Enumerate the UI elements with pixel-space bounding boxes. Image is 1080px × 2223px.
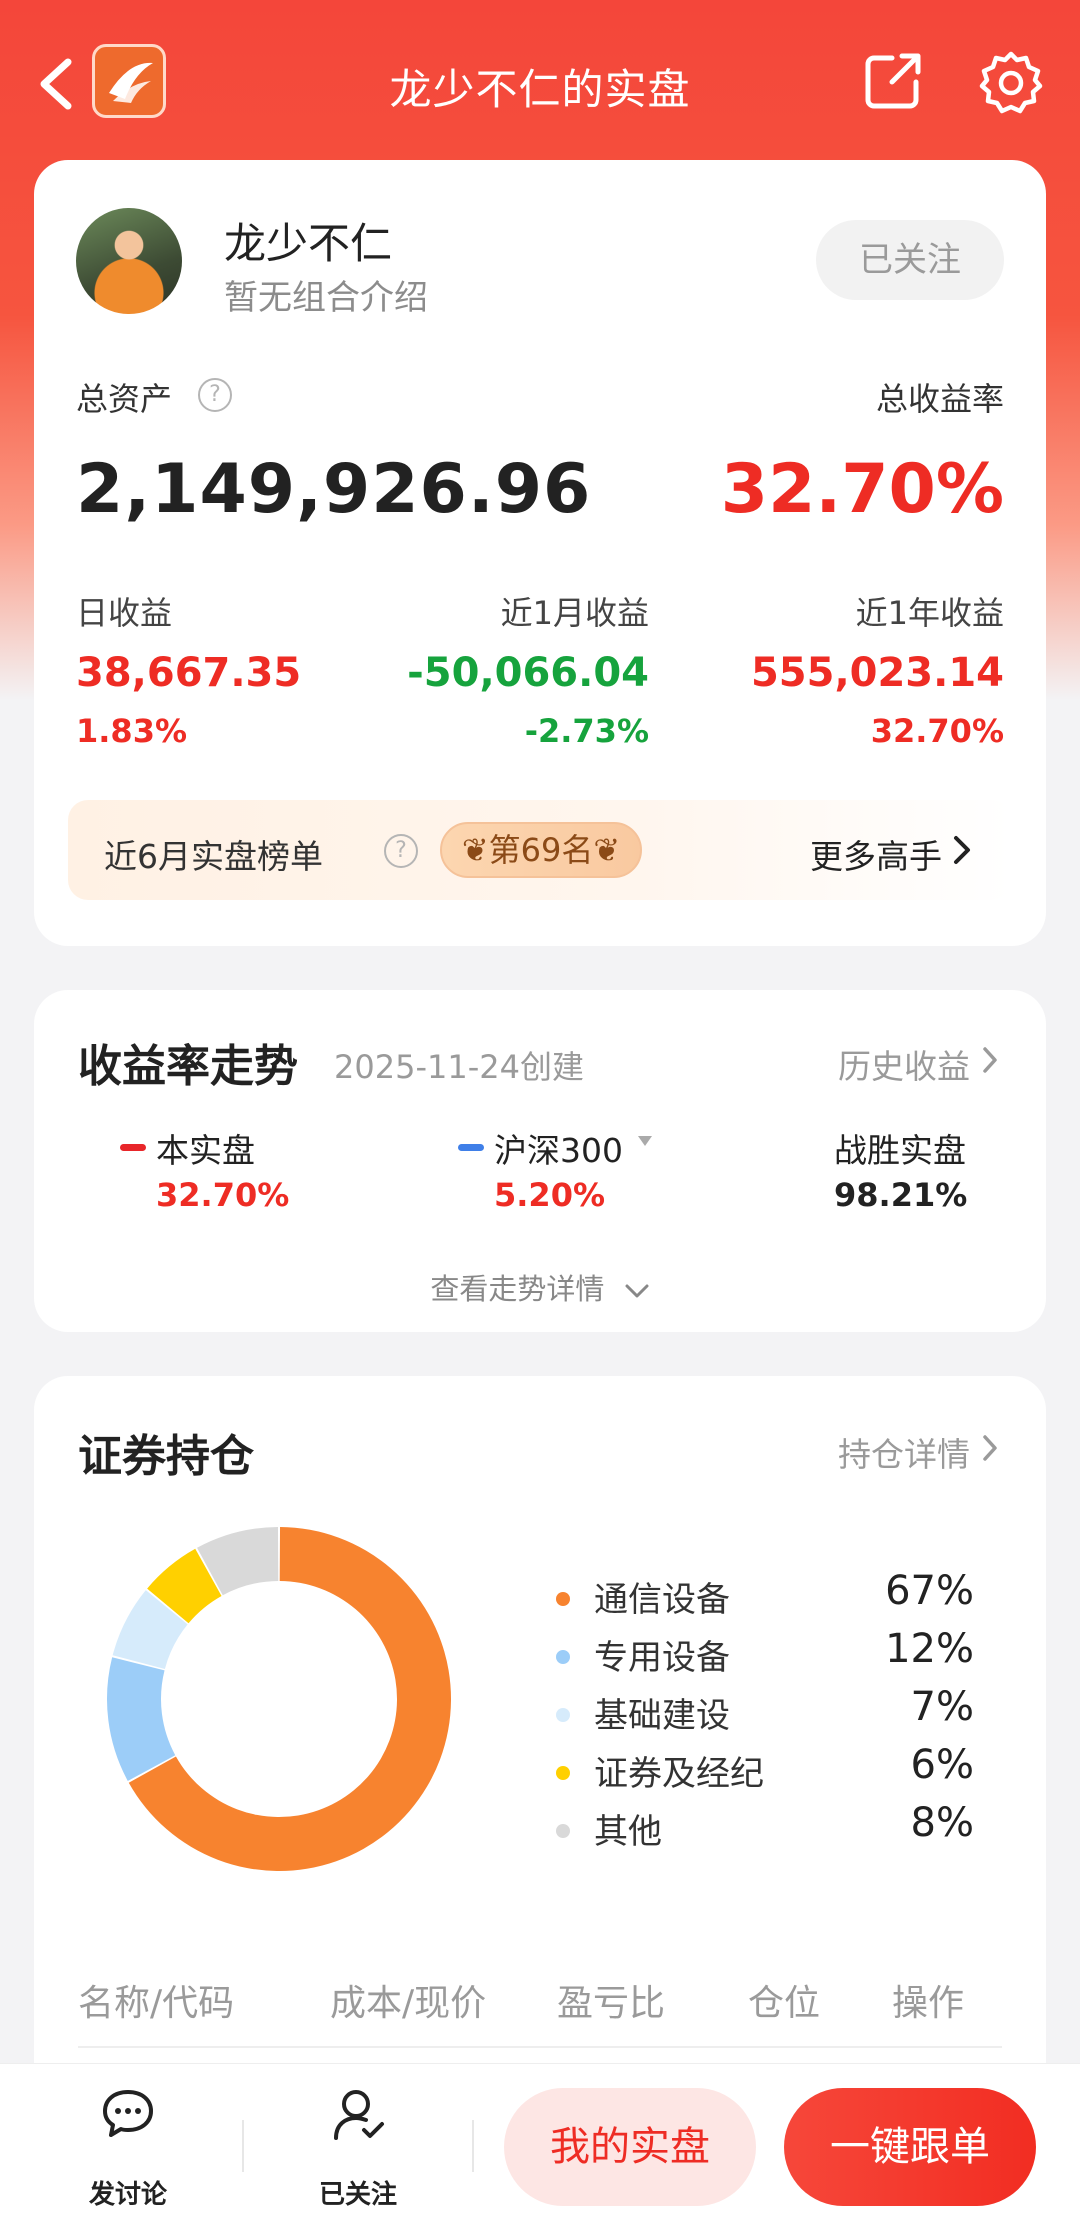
top-bar: 龙少不仁的实盘 bbox=[0, 0, 1080, 165]
chevron-right-icon bbox=[954, 836, 970, 864]
year-return-label: 近1年收益 bbox=[855, 594, 1004, 632]
more-experts-link[interactable]: 更多高手 bbox=[810, 830, 942, 878]
portfolio-series-name: 本实盘 bbox=[156, 1131, 255, 1170]
year-return-value: 555,023.14 bbox=[750, 650, 1004, 696]
view-trend-detail[interactable]: 查看走势详情 bbox=[34, 1266, 1046, 1308]
laurel-right-icon: ❦ bbox=[593, 831, 621, 869]
settings-button[interactable] bbox=[978, 50, 1044, 116]
year-return-pct: 32.70% bbox=[870, 712, 1004, 750]
created-date: 2025-11-24创建 bbox=[334, 1048, 584, 1086]
ranking-label: 近6月实盘榜单 bbox=[104, 837, 323, 876]
help-icon[interactable]: ? bbox=[384, 834, 418, 868]
laurel-left-icon: ❦ bbox=[461, 831, 489, 869]
legend-dot bbox=[556, 1650, 570, 1664]
hs300-series-value: 5.20% bbox=[494, 1176, 606, 1214]
sector-donut-chart bbox=[107, 1527, 451, 1871]
col-pnl-ratio: 盈亏比 bbox=[557, 1983, 666, 2024]
total-return-value: 32.70% bbox=[720, 450, 1004, 529]
legend-percent: 12% bbox=[885, 1626, 974, 1672]
legend-percent: 7% bbox=[910, 1684, 974, 1730]
daily-return-pct: 1.83% bbox=[76, 712, 188, 750]
col-cost-price: 成本/现价 bbox=[330, 1983, 487, 2024]
month-return-value: -50,066.04 bbox=[407, 650, 649, 696]
holdings-title: 证券持仓 bbox=[78, 1431, 254, 1482]
legend-label: 证券及经纪 bbox=[594, 1754, 764, 1794]
followed-button[interactable]: 已关注 bbox=[816, 220, 1004, 300]
ranking-banner[interactable]: 近6月实盘榜单 ? ❦第69名❦ 更多高手 bbox=[68, 800, 1012, 900]
portfolio-series-value: 32.70% bbox=[156, 1176, 290, 1214]
chevron-right-icon bbox=[983, 1047, 997, 1073]
share-button[interactable] bbox=[862, 50, 924, 112]
view-trend-detail-label: 查看走势详情 bbox=[430, 1272, 605, 1306]
total-assets-value: 2,149,926.96 bbox=[76, 450, 592, 529]
divider bbox=[472, 2120, 474, 2172]
share-icon bbox=[865, 53, 921, 109]
followed-label: 已关注 bbox=[318, 2180, 397, 2210]
divider bbox=[242, 2120, 244, 2172]
daily-return-value: 38,667.35 bbox=[76, 650, 302, 696]
daily-return-label: 日收益 bbox=[76, 594, 173, 632]
legend-percent: 67% bbox=[885, 1568, 974, 1614]
one-click-copy-button[interactable]: 一键跟单 bbox=[784, 2088, 1036, 2206]
total-assets-label: 总资产 bbox=[76, 380, 173, 418]
hs300-line-marker bbox=[458, 1144, 484, 1151]
beat-value: 98.21% bbox=[834, 1176, 968, 1214]
gear-icon bbox=[979, 51, 1043, 114]
col-action: 操作 bbox=[892, 1983, 965, 2024]
legend-percent: 6% bbox=[910, 1742, 974, 1788]
legend-dot bbox=[556, 1766, 570, 1780]
help-icon[interactable]: ? bbox=[198, 378, 232, 412]
rank-badge-text: 第69名 bbox=[488, 831, 594, 869]
legend-dot bbox=[556, 1708, 570, 1722]
legend-percent: 8% bbox=[910, 1800, 974, 1846]
hs300-series-name[interactable]: 沪深300 bbox=[494, 1124, 623, 1172]
legend-label: 专用设备 bbox=[594, 1638, 730, 1678]
divider bbox=[78, 2046, 1002, 2048]
trend-title: 收益率走势 bbox=[78, 1041, 298, 1092]
my-portfolio-button[interactable]: 我的实盘 bbox=[504, 2088, 756, 2206]
legend-dot bbox=[556, 1824, 570, 1838]
chevron-down-icon bbox=[625, 1284, 649, 1298]
col-name-code: 名称/代码 bbox=[78, 1983, 235, 2024]
rank-badge: ❦第69名❦ bbox=[440, 822, 642, 878]
month-return-label: 近1月收益 bbox=[500, 594, 649, 632]
chat-bubble-icon bbox=[103, 2090, 153, 2137]
account-card: 龙少不仁 暂无组合介绍 已关注 总资产 ? 总收益率 2,149,926.96 … bbox=[34, 160, 1046, 946]
user-check-icon bbox=[334, 2090, 384, 2140]
portfolio-intro: 暂无组合介绍 bbox=[224, 278, 428, 318]
col-position: 仓位 bbox=[748, 1983, 821, 2024]
legend-label: 基础建设 bbox=[594, 1696, 730, 1736]
caret-down-icon[interactable] bbox=[636, 1134, 654, 1148]
history-return-link[interactable]: 历史收益 bbox=[838, 1040, 970, 1088]
return-trend-card: 收益率走势 2025-11-24创建 历史收益 本实盘 32.70% 沪深300… bbox=[34, 990, 1046, 1332]
avatar[interactable] bbox=[76, 208, 182, 314]
legend-label: 其他 bbox=[594, 1812, 662, 1852]
discuss-label: 发讨论 bbox=[88, 2180, 167, 2210]
legend-dot bbox=[556, 1592, 570, 1606]
total-return-label: 总收益率 bbox=[875, 380, 1004, 418]
holdings-detail-link[interactable]: 持仓详情 bbox=[838, 1428, 970, 1476]
legend-label: 通信设备 bbox=[594, 1580, 730, 1620]
beat-label: 战胜实盘 bbox=[834, 1131, 966, 1170]
donut-slice-2 bbox=[107, 1657, 176, 1781]
nickname: 龙少不仁 bbox=[224, 219, 393, 268]
month-return-pct: -2.73% bbox=[524, 712, 649, 750]
chevron-right-icon bbox=[983, 1435, 997, 1461]
bottom-action-bar: 发讨论 已关注 我的实盘 一键跟单 bbox=[0, 2063, 1080, 2223]
portfolio-line-marker bbox=[120, 1144, 146, 1151]
